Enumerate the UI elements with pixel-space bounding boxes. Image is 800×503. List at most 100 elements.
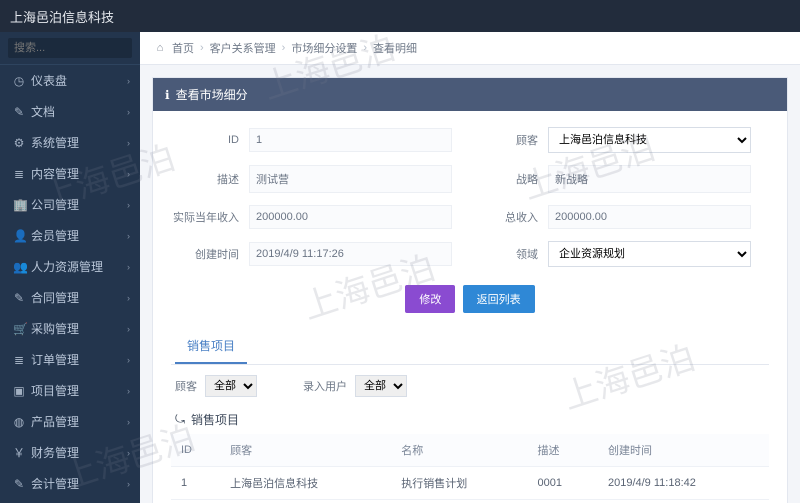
nav-order[interactable]: ≣ 订单管理 ›: [0, 344, 140, 375]
filter-user-label: 录入用户: [303, 378, 347, 394]
nav-content[interactable]: ≣ 内容管理 ›: [0, 158, 140, 189]
info-icon: ℹ: [165, 88, 170, 102]
cart-icon: 🛒: [13, 322, 25, 336]
chevron-right-icon: ›: [200, 42, 204, 54]
crumb-crm[interactable]: 客户关系管理: [210, 40, 276, 56]
nav-label: 合同管理: [31, 289, 79, 306]
tab-sales[interactable]: 销售项目: [175, 329, 247, 364]
cell-desc: 0001: [528, 467, 598, 500]
nav-member[interactable]: 👤会员管理›: [0, 220, 140, 251]
th-customer: 顾客: [220, 434, 391, 467]
nav-docs[interactable]: ✎ 文档 ›: [0, 96, 140, 127]
cell-id: 2: [171, 500, 220, 503]
nav-bank[interactable]: 🏦内部银行›: [0, 499, 140, 503]
filter-customer[interactable]: 全部: [205, 375, 257, 397]
list-icon: ≣: [13, 353, 25, 367]
th-name: 名称: [391, 434, 527, 467]
nav-product[interactable]: ◍产品管理›: [0, 406, 140, 437]
cell-desc: [528, 500, 598, 503]
gear-icon: ⚙: [13, 136, 25, 150]
nav-system[interactable]: ⚙系统管理›: [0, 127, 140, 158]
user-icon: 👤: [13, 229, 25, 243]
sales-table: ID 顾客 名称 描述 创建时间 1 上海邑泊信息科技 执行销售计划 0001 …: [171, 434, 769, 503]
nav-label: 公司管理: [31, 196, 79, 213]
cube-icon: ◍: [13, 415, 25, 429]
refresh-icon: ⤿: [175, 412, 185, 427]
th-desc: 描述: [528, 434, 598, 467]
cell-id: 1: [171, 467, 220, 500]
chevron-right-icon: ›: [127, 355, 130, 365]
grid-icon: ▣: [13, 384, 25, 398]
nav-accounting[interactable]: ✎ 会计管理 ›: [0, 468, 140, 499]
cell-customer: 上海邑泊信息科技: [220, 500, 391, 503]
sidebar: ◷仪表盘› ✎文档› ⚙系统管理› ≣内容管理› 🏢公司管理› 👤会员管理› 👥…: [0, 32, 140, 503]
users-icon: 👥: [13, 260, 25, 274]
file-icon: ✎: [13, 105, 25, 119]
value-total: 200000.00: [548, 205, 751, 229]
table-row[interactable]: 2 上海邑泊信息科技 执行销售2 2019/4/9 11:18:55: [171, 500, 769, 503]
label-annual: 实际当年收入: [171, 209, 249, 225]
nav-label: 产品管理: [31, 413, 79, 430]
th-id: ID: [171, 434, 220, 467]
chevron-right-icon: ›: [127, 76, 130, 86]
nav-contract[interactable]: ✎合同管理›: [0, 282, 140, 313]
nav-label: 人力资源管理: [31, 258, 103, 275]
nav-finance[interactable]: ￥ 财务管理 ›: [0, 437, 140, 468]
value-annual: 200000.00: [249, 205, 452, 229]
th-created: 创建时间: [598, 434, 769, 467]
cell-name: 执行销售2: [391, 500, 527, 503]
filter-user[interactable]: 全部: [355, 375, 407, 397]
back-button[interactable]: 返回列表: [463, 285, 535, 313]
filters: 顾客 全部 录入用户 全部: [171, 365, 769, 403]
cell-created: 2019/4/9 11:18:55: [598, 500, 769, 503]
nav-list: ◷仪表盘› ✎文档› ⚙系统管理› ≣内容管理› 🏢公司管理› 👤会员管理› 👥…: [0, 65, 140, 503]
nav-company[interactable]: 🏢公司管理›: [0, 189, 140, 220]
nav-hr[interactable]: 👥 人力资源管理 ›: [0, 251, 140, 282]
breadcrumb: ⌂ 首页 › 客户关系管理 › 市场细分设置 › 查看明细: [140, 32, 800, 65]
list-icon: ≣: [13, 167, 25, 181]
nav-label: 项目管理: [31, 382, 79, 399]
edit-button[interactable]: 修改: [405, 285, 455, 313]
label-desc: 描述: [171, 171, 249, 187]
chevron-right-icon: ›: [127, 479, 130, 489]
chevron-right-icon: ›: [127, 293, 130, 303]
nav-dashboard[interactable]: ◷仪表盘›: [0, 65, 140, 96]
select-customer[interactable]: 上海邑泊信息科技: [548, 127, 751, 153]
crumb-home[interactable]: 首页: [172, 40, 194, 56]
select-domain[interactable]: 企业资源规划: [548, 241, 751, 267]
nav-purchase[interactable]: 🛒 采购管理 ›: [0, 313, 140, 344]
section-title: ⤿ 销售项目: [171, 403, 769, 434]
cell-created: 2019/4/9 11:18:42: [598, 467, 769, 500]
main: ⌂ 首页 › 客户关系管理 › 市场细分设置 › 查看明细 ℹ 查看市场细分 I…: [140, 32, 800, 503]
label-id: ID: [171, 134, 249, 146]
nav-label: 采购管理: [31, 320, 79, 337]
chevron-right-icon: ›: [127, 107, 130, 117]
label-domain: 领域: [470, 246, 548, 262]
chevron-right-icon: ›: [363, 42, 367, 54]
chevron-right-icon: ›: [127, 324, 130, 334]
cell-customer: 上海邑泊信息科技: [220, 467, 391, 500]
nav-label: 财务管理: [31, 444, 79, 461]
nav-label: 订单管理: [31, 351, 79, 368]
chevron-right-icon: ›: [127, 262, 130, 272]
section-title-text: 销售项目: [191, 411, 239, 428]
home-icon: ⌂: [154, 42, 166, 54]
nav-label: 内容管理: [31, 165, 79, 182]
detail-panel: ℹ 查看市场细分 ID1 顾客上海邑泊信息科技 描述测试营 战略新战略 实际当年…: [152, 77, 788, 503]
chevron-right-icon: ›: [127, 169, 130, 179]
chevron-right-icon: ›: [127, 386, 130, 396]
chevron-right-icon: ›: [127, 138, 130, 148]
nav-label: 会计管理: [31, 475, 79, 492]
nav-label: 文档: [31, 103, 55, 120]
sidebar-search: [0, 32, 140, 65]
table-row[interactable]: 1 上海邑泊信息科技 执行销售计划 0001 2019/4/9 11:18:42: [171, 467, 769, 500]
pen-icon: ✎: [13, 477, 25, 491]
chevron-right-icon: ›: [127, 200, 130, 210]
yen-icon: ￥: [13, 444, 25, 461]
chevron-right-icon: ›: [127, 448, 130, 458]
nav-project[interactable]: ▣ 项目管理 ›: [0, 375, 140, 406]
crumb-segment[interactable]: 市场细分设置: [291, 40, 357, 56]
search-input[interactable]: [8, 38, 132, 58]
panel-title: 查看市场细分: [176, 86, 248, 103]
nav-label: 仪表盘: [31, 72, 67, 89]
